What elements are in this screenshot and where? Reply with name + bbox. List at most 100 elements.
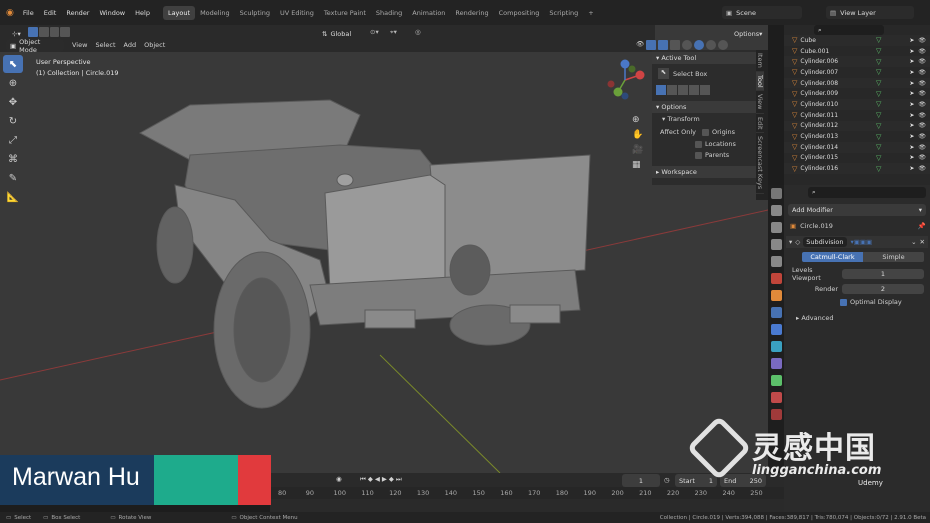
outliner-row[interactable]: ▽ Cylinder.013 ▽ ➤ 👁 — [784, 131, 930, 142]
outliner-row[interactable]: ▽ Cube.001 ▽ ➤ 👁 — [784, 46, 930, 57]
tab-sculpting[interactable]: Sculpting — [235, 6, 275, 20]
menu-select[interactable]: Select — [91, 41, 119, 49]
select-arrow-icon[interactable]: ➤ — [909, 58, 914, 65]
menu-view[interactable]: View — [68, 41, 91, 49]
eye-icon[interactable]: 👁 — [918, 48, 926, 55]
constraints-props-icon[interactable] — [770, 358, 782, 369]
origins-checkbox[interactable]: Origins — [702, 128, 735, 136]
pin-icon[interactable]: 📌 — [918, 222, 926, 230]
ortho-grid-icon[interactable]: ▦ — [632, 160, 643, 170]
sidebar-tab-item[interactable]: Item — [756, 50, 764, 72]
gizmo-toggle-icon[interactable] — [646, 40, 657, 50]
play-icon[interactable]: ▶ — [382, 475, 387, 484]
outliner-row[interactable]: ▽ Cylinder.012 ▽ ➤ 👁 — [784, 120, 930, 132]
wireframe-shading-icon[interactable] — [682, 40, 693, 50]
tab-texture-paint[interactable]: Texture Paint — [319, 6, 371, 20]
select-arrow-icon[interactable]: ➤ — [909, 165, 914, 172]
outliner-row[interactable]: ▽ Cylinder.008 ▽ ➤ 👁 — [784, 77, 930, 89]
outliner-row[interactable]: ▽ Cylinder.011 ▽ ➤ 👁 — [784, 110, 930, 121]
eye-icon[interactable]: 👁 — [918, 101, 926, 108]
sidebar-tab-edit[interactable]: Edit — [756, 114, 764, 134]
select-arrow-icon[interactable]: ➤ — [909, 37, 914, 44]
menu-file[interactable]: File — [18, 9, 39, 17]
tab-shading[interactable]: Shading — [371, 6, 407, 20]
data-props-icon[interactable] — [770, 375, 782, 386]
menu-object[interactable]: Object — [140, 41, 169, 49]
parents-checkbox[interactable]: Parents — [652, 149, 756, 160]
material-props-icon[interactable] — [770, 392, 782, 403]
particles-props-icon[interactable] — [770, 324, 782, 335]
play-reverse-icon[interactable]: ◀ — [375, 475, 380, 484]
levels-viewport-field[interactable]: 1 — [842, 269, 924, 279]
eye-icon[interactable]: 👁 — [918, 112, 926, 119]
tab-modeling[interactable]: Modeling — [195, 6, 235, 20]
select-arrow-icon[interactable]: ➤ — [909, 133, 914, 140]
cursor-tool-icon[interactable]: ⊕ — [3, 74, 23, 92]
scale-tool-icon[interactable]: ⤢ — [3, 131, 23, 149]
mode-invert-icon[interactable] — [689, 85, 699, 95]
simple-button[interactable]: Simple — [863, 252, 924, 262]
menu-window[interactable]: Window — [94, 9, 130, 17]
render-levels-field[interactable]: 2 — [842, 284, 924, 294]
mode-new-icon[interactable] — [656, 85, 666, 95]
overlay-toggle-icon[interactable] — [658, 40, 669, 50]
outliner-search-input[interactable]: ⌕ — [814, 25, 884, 35]
active-tool-header[interactable]: ▾ Active Tool — [652, 52, 756, 64]
properties-search-input[interactable]: ⌕ — [808, 187, 926, 198]
select-arrow-icon[interactable]: ➤ — [909, 101, 914, 108]
rendered-shading-icon[interactable] — [718, 40, 729, 50]
mode-intersect-icon[interactable] — [700, 85, 710, 95]
workspace-header[interactable]: ▸ Workspace — [652, 166, 756, 178]
tab-rendering[interactable]: Rendering — [450, 6, 493, 20]
eye-icon[interactable]: 👁 — [918, 133, 926, 140]
select-arrow-icon[interactable]: ➤ — [909, 80, 914, 87]
add-workspace-icon[interactable]: + — [583, 6, 598, 20]
mode-subtract-icon[interactable] — [678, 85, 688, 95]
prev-key-icon[interactable]: ◆ — [368, 475, 373, 484]
menu-add[interactable]: Add — [120, 41, 141, 49]
measure-tool-icon[interactable]: 📐 — [3, 188, 23, 206]
tab-animation[interactable]: Animation — [407, 6, 450, 20]
add-modifier-dropdown[interactable]: Add Modifier ▾ — [788, 204, 926, 216]
select-arrow-icon[interactable]: ➤ — [909, 122, 914, 129]
jump-start-icon[interactable]: ⏮ — [360, 475, 366, 484]
transform-tool-icon[interactable]: ⌘ — [3, 150, 23, 168]
view-layer-props-icon[interactable] — [770, 239, 782, 250]
outliner-row[interactable]: ▽ Cylinder.009 ▽ ➤ 👁 — [784, 88, 930, 99]
select-arrow-icon[interactable]: ➤ — [909, 48, 914, 55]
eye-icon[interactable]: 👁 — [918, 80, 926, 87]
eye-icon[interactable]: 👁 — [918, 144, 926, 151]
navigation-gizmo[interactable] — [600, 55, 650, 105]
rotate-tool-icon[interactable]: ↻ — [3, 112, 23, 130]
outliner-row[interactable]: ▽ Cylinder.014 ▽ ➤ 👁 — [784, 141, 930, 153]
object-props-icon[interactable] — [770, 290, 782, 301]
current-frame-field[interactable]: 1 — [622, 474, 660, 487]
close-icon[interactable]: ✕ — [920, 238, 925, 246]
options-header[interactable]: ▾ Options — [652, 101, 756, 113]
material-shading-icon[interactable] — [706, 40, 717, 50]
select-arrow-icon[interactable]: ➤ — [909, 90, 914, 97]
modifier-header[interactable]: ▾ ◇ Subdivision ▾▣▣▣ ⌄ ✕ — [786, 236, 928, 248]
menu-render[interactable]: Render — [61, 9, 94, 17]
visibility-icon[interactable]: 👁 — [636, 40, 644, 50]
modifier-name-field[interactable]: Subdivision — [803, 237, 847, 247]
select-arrow-icon[interactable]: ➤ — [909, 69, 914, 76]
select-arrow-icon[interactable]: ➤ — [909, 154, 914, 161]
select-extend-icon[interactable] — [38, 27, 49, 37]
modifier-toggle-icons[interactable]: ▾▣▣▣ — [851, 238, 873, 246]
tab-compositing[interactable]: Compositing — [494, 6, 545, 20]
outliner-row[interactable]: ▽ Cylinder.016 ▽ ➤ 👁 — [784, 163, 930, 174]
xray-icon[interactable] — [670, 40, 681, 50]
outliner-row[interactable]: ▽ Cube ▽ ➤ 👁 — [784, 35, 930, 46]
tool-props-icon[interactable] — [770, 188, 782, 199]
catmull-clark-button[interactable]: Catmull-Clark — [802, 252, 863, 262]
world-props-icon[interactable] — [770, 273, 782, 284]
select-box-tool-icon[interactable]: ⬉ — [3, 55, 23, 73]
dropdown-icon[interactable]: ⌄ — [911, 238, 916, 246]
snap-icon[interactable]: ⌖▾ — [390, 28, 397, 37]
orientation-dropdown[interactable]: ⇅ Global — [318, 27, 364, 40]
outliner-row[interactable]: ▽ Cylinder.006 ▽ ➤ 👁 — [784, 56, 930, 68]
tab-scripting[interactable]: Scripting — [544, 6, 583, 20]
eye-icon[interactable]: 👁 — [918, 69, 926, 76]
zoom-icon[interactable]: ⊕ — [632, 115, 643, 125]
